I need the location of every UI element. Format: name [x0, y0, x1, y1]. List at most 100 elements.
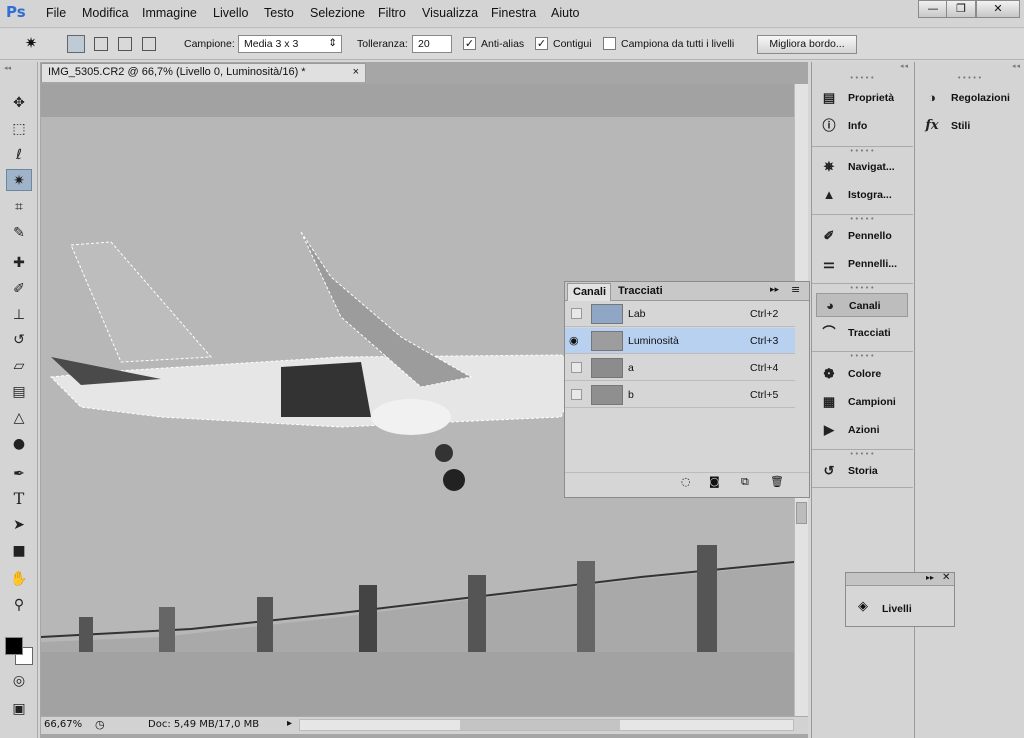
dock-item-navigator[interactable]: ✵ Navigat...: [812, 155, 912, 179]
close-icon[interactable]: ×: [353, 66, 359, 78]
visibility-toggle[interactable]: [571, 362, 582, 373]
horizontal-scrollbar[interactable]: [299, 719, 794, 731]
dock-item-styles[interactable]: fx Stili: [915, 114, 1023, 138]
menu-livello[interactable]: Livello: [213, 6, 248, 20]
lasso-tool-icon[interactable]: ℓ: [8, 144, 30, 166]
antialias-checkbox[interactable]: ✓: [463, 37, 476, 50]
tab-tracciati[interactable]: Tracciati: [615, 283, 671, 301]
menu-immagine[interactable]: Immagine: [142, 6, 197, 20]
intersect-selection-icon[interactable]: [142, 37, 156, 51]
menu-testo[interactable]: Testo: [264, 6, 294, 20]
all-layers-checkbox[interactable]: [603, 37, 616, 50]
delete-icon[interactable]: 🗑: [770, 475, 784, 488]
menu-file[interactable]: File: [46, 6, 66, 20]
brush-tool-icon[interactable]: ✐: [8, 278, 30, 300]
dock-collapse-icon[interactable]: ◂◂: [812, 62, 913, 70]
dock-item-brush[interactable]: ✐ Pennello: [812, 224, 912, 248]
panel-menu-icon[interactable]: ≡: [791, 283, 800, 296]
menu-visualizza[interactable]: Visualizza: [422, 6, 478, 20]
menu-selezione[interactable]: Selezione: [310, 6, 365, 20]
eraser-tool-icon[interactable]: ▱: [8, 355, 30, 377]
path-selection-tool-icon[interactable]: ➤: [8, 514, 30, 536]
add-selection-icon[interactable]: [94, 37, 108, 51]
load-selection-icon[interactable]: ◌: [681, 475, 691, 488]
menu-finestra[interactable]: Finestra: [491, 6, 536, 20]
save-selection-icon[interactable]: ◙: [709, 475, 720, 488]
photoshop-logo: Ps: [6, 3, 26, 21]
rectangle-tool-icon[interactable]: ■: [8, 540, 30, 562]
collapse-panel-icon[interactable]: ▸▸: [926, 573, 934, 582]
dock-item-channels[interactable]: ◕ Canali: [816, 293, 908, 317]
dock-grip: •••••: [812, 351, 913, 360]
dock-collapse-icon[interactable]: ◂◂: [915, 62, 1024, 70]
magic-wand-tool-icon[interactable]: ✷: [6, 169, 32, 191]
document-tab[interactable]: IMG_5305.CR2 @ 66,7% (Livello 0, Luminos…: [41, 63, 366, 82]
brush-icon: ✐: [823, 228, 835, 243]
history-brush-tool-icon[interactable]: ↺: [8, 329, 30, 351]
tolerance-input[interactable]: 20: [412, 35, 452, 53]
channel-row-b[interactable]: b Ctrl+5: [565, 382, 795, 408]
minimize-button[interactable]: —: [918, 0, 948, 18]
tab-canali[interactable]: Canali: [567, 283, 611, 301]
quick-mask-icon[interactable]: ◎: [8, 670, 30, 692]
channel-row-luminosita[interactable]: ◉ Luminosità Ctrl+3: [565, 328, 795, 354]
blur-tool-icon[interactable]: △: [8, 407, 30, 429]
dock-item-histogram[interactable]: ▲ Istogra...: [812, 183, 912, 207]
eyedropper-tool-icon[interactable]: ✎: [8, 222, 30, 244]
paths-icon: ⌒: [822, 325, 836, 340]
zoom-level[interactable]: 66,67%: [44, 719, 82, 730]
dodge-tool-icon[interactable]: ●: [8, 433, 30, 455]
restore-button[interactable]: ❐: [946, 0, 976, 18]
status-arrow-icon[interactable]: ▸: [287, 718, 292, 729]
layers-icon: ◈: [858, 599, 868, 614]
dock-item-actions[interactable]: ▶ Azioni: [812, 418, 912, 442]
dock-item-label: Pennelli...: [848, 258, 898, 270]
menu-filtro[interactable]: Filtro: [378, 6, 406, 20]
dock-item-history[interactable]: ↺ Storia: [812, 459, 912, 483]
close-icon[interactable]: ✕: [942, 572, 950, 583]
close-button[interactable]: ✕: [976, 0, 1020, 18]
dock-item-adjustments[interactable]: ◑ Regolazioni: [915, 86, 1023, 110]
channel-row-a[interactable]: a Ctrl+4: [565, 355, 795, 381]
channel-row-lab[interactable]: Lab Ctrl+2: [565, 301, 795, 327]
visibility-toggle[interactable]: [571, 389, 582, 400]
screen-mode-icon[interactable]: ▣: [8, 698, 30, 720]
dock-grip: •••••: [812, 283, 913, 292]
pen-tool-icon[interactable]: ✒: [8, 463, 30, 485]
layers-panel-label[interactable]: Livelli: [882, 603, 912, 615]
collapse-panel-icon[interactable]: ▸▸: [770, 285, 779, 295]
chevron-down-icon: ⇕: [328, 37, 337, 49]
menu-aiuto[interactable]: Aiuto: [551, 6, 580, 20]
contiguous-checkbox[interactable]: ✓: [535, 37, 548, 50]
dock-item-color[interactable]: ❁ Colore: [812, 362, 912, 386]
subtract-selection-icon[interactable]: [118, 37, 132, 51]
dock-item-label: Navigat...: [848, 161, 895, 173]
move-tool-icon[interactable]: ✥: [8, 92, 30, 114]
hscroll-thumb[interactable]: [460, 720, 620, 730]
magic-wand-preset-icon[interactable]: ✷: [20, 34, 42, 54]
hand-tool-icon[interactable]: ✋: [8, 568, 30, 590]
new-selection-icon[interactable]: [67, 35, 85, 53]
zoom-tool-icon[interactable]: ⚲: [8, 594, 30, 616]
dock-item-properties[interactable]: ▤ Proprietà: [812, 86, 912, 110]
healing-brush-tool-icon[interactable]: ✚: [8, 252, 30, 274]
marquee-tool-icon[interactable]: ⬚: [8, 118, 30, 140]
visibility-toggle[interactable]: [571, 308, 582, 319]
sample-select[interactable]: Media 3 x 3 ⇕: [238, 35, 342, 53]
status-menu-icon[interactable]: ◷: [95, 718, 105, 731]
new-channel-icon[interactable]: ⧉: [741, 475, 749, 489]
dock-item-brush-presets[interactable]: ⚌ Pennelli...: [812, 252, 912, 276]
crop-tool-icon[interactable]: ⌗: [8, 196, 30, 218]
dock-item-paths[interactable]: ⌒ Tracciati: [812, 321, 912, 345]
collapse-icon[interactable]: ◂◂: [4, 64, 34, 72]
scroll-thumb[interactable]: [796, 502, 807, 524]
gradient-tool-icon[interactable]: ▤: [8, 381, 30, 403]
menu-modifica[interactable]: Modifica: [82, 6, 129, 20]
dock-item-swatches[interactable]: ▦ Campioni: [812, 390, 912, 414]
clone-stamp-tool-icon[interactable]: ⊥: [8, 304, 30, 326]
refine-edge-button[interactable]: Migliora bordo...: [757, 35, 857, 54]
type-tool-icon[interactable]: T: [8, 488, 30, 510]
dock-item-info[interactable]: ⓘ Info: [812, 114, 912, 138]
eye-icon[interactable]: ◉: [569, 334, 583, 347]
channel-shortcut: Ctrl+3: [750, 335, 779, 347]
